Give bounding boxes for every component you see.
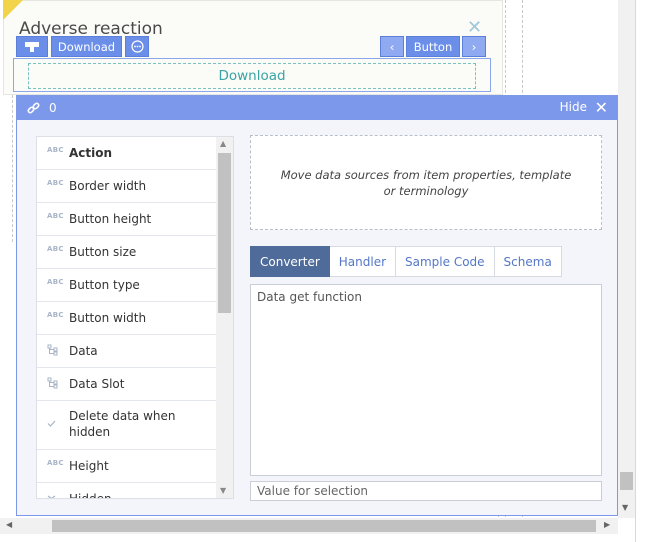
property-label: Button type xyxy=(69,278,140,292)
property-list: ABC Action ABC Border width ABC Button h… xyxy=(36,136,234,499)
data-binding-panel: 0 Hide ✕ ABC Action ABC Border width ABC… xyxy=(16,95,618,516)
value-placeholder: Value for selection xyxy=(257,484,369,498)
download-button-preview[interactable]: Download xyxy=(28,63,476,89)
hide-button[interactable]: Hide xyxy=(560,100,587,114)
property-item-delete-data-when-hidden[interactable]: Delete data when hidden xyxy=(37,401,216,450)
prev-arrow-icon[interactable]: ‹ xyxy=(380,36,404,57)
scroll-down-icon[interactable]: ▼ xyxy=(622,503,628,512)
scroll-down-icon[interactable]: ▼ xyxy=(220,486,226,495)
text-icon: ABC xyxy=(47,146,64,154)
scroll-up-icon[interactable]: ▲ xyxy=(220,139,226,148)
tree-icon xyxy=(47,343,69,358)
tab-handler[interactable]: Handler xyxy=(329,246,397,277)
property-item-button-width[interactable]: ABC Button width xyxy=(37,302,216,335)
property-label: Data xyxy=(69,344,98,358)
property-item-action[interactable]: ABC Action xyxy=(37,137,216,170)
property-label: Button height xyxy=(69,212,152,226)
scrollbar-thumb[interactable] xyxy=(52,520,596,532)
more-options-icon[interactable] xyxy=(125,36,149,57)
property-item-hidden[interactable]: Hidden xyxy=(37,483,216,499)
property-item-button-size[interactable]: ABC Button size xyxy=(37,236,216,269)
tab-converter[interactable]: Converter xyxy=(250,246,330,277)
download-component-frame[interactable]: Download xyxy=(13,58,491,92)
download-toolbar-button[interactable]: Download xyxy=(51,36,122,57)
scroll-left-icon[interactable]: ◀ xyxy=(6,520,12,529)
property-label: Action xyxy=(69,146,113,160)
property-item-height[interactable]: ABC Height xyxy=(37,450,216,483)
page-horizontal-scrollbar[interactable]: ◀ ▶ xyxy=(0,518,618,534)
property-item-data-slot[interactable]: Data Slot xyxy=(37,368,216,401)
text-icon: ABC xyxy=(47,278,64,286)
property-label: Button size xyxy=(69,245,137,259)
text-icon: ABC xyxy=(47,311,64,319)
close-icon[interactable]: ✕ xyxy=(595,98,608,117)
text-icon: ABC xyxy=(47,245,64,253)
corner-marker xyxy=(3,0,23,20)
button-selector[interactable]: Button xyxy=(406,36,460,57)
scroll-right-icon[interactable]: ▶ xyxy=(604,520,610,529)
property-label: Height xyxy=(69,459,109,473)
binding-count: 0 xyxy=(49,101,57,115)
tab-schema[interactable]: Schema xyxy=(494,246,562,277)
editor-tabs: Converter Handler Sample Code Schema xyxy=(250,246,562,277)
property-item-button-type[interactable]: ABC Button type xyxy=(37,269,216,302)
canvas-guide xyxy=(12,95,13,242)
text-icon: ABC xyxy=(47,212,64,220)
property-item-border-width[interactable]: ABC Border width xyxy=(37,170,216,203)
window-edge xyxy=(635,0,646,542)
converter-code-editor[interactable]: Data get function xyxy=(250,284,602,476)
panel-header: 0 Hide ✕ xyxy=(17,96,617,120)
check-icon xyxy=(47,408,69,429)
text-icon: ABC xyxy=(47,459,64,467)
page-vertical-scrollbar[interactable]: ▼ xyxy=(618,0,635,518)
scrollbar-thumb[interactable] xyxy=(620,472,633,490)
property-label: Hidden xyxy=(69,492,112,499)
property-item-data[interactable]: Data xyxy=(37,335,216,368)
tab-sample-code[interactable]: Sample Code xyxy=(396,246,495,277)
property-label: Delete data when hidden xyxy=(69,409,176,439)
data-source-drop-zone[interactable]: Move data sources from item properties, … xyxy=(250,135,602,230)
value-for-selection-input[interactable]: Value for selection xyxy=(250,481,602,501)
property-label: Data Slot xyxy=(69,377,125,391)
scrollbar-thumb[interactable] xyxy=(218,153,231,313)
property-item-button-height[interactable]: ABC Button height xyxy=(37,203,216,236)
check-icon xyxy=(47,491,69,498)
property-label: Button width xyxy=(69,311,147,325)
property-label: Border width xyxy=(69,179,147,193)
code-text: Data get function xyxy=(257,290,363,304)
link-icon xyxy=(27,101,41,115)
next-arrow-icon[interactable]: › xyxy=(462,36,486,57)
drag-handle-icon[interactable] xyxy=(16,36,48,57)
property-list-scrollbar[interactable]: ▲ ▼ xyxy=(216,137,233,498)
text-icon: ABC xyxy=(47,179,64,187)
close-icon[interactable]: ✕ xyxy=(467,19,482,37)
tree-icon xyxy=(47,376,69,391)
